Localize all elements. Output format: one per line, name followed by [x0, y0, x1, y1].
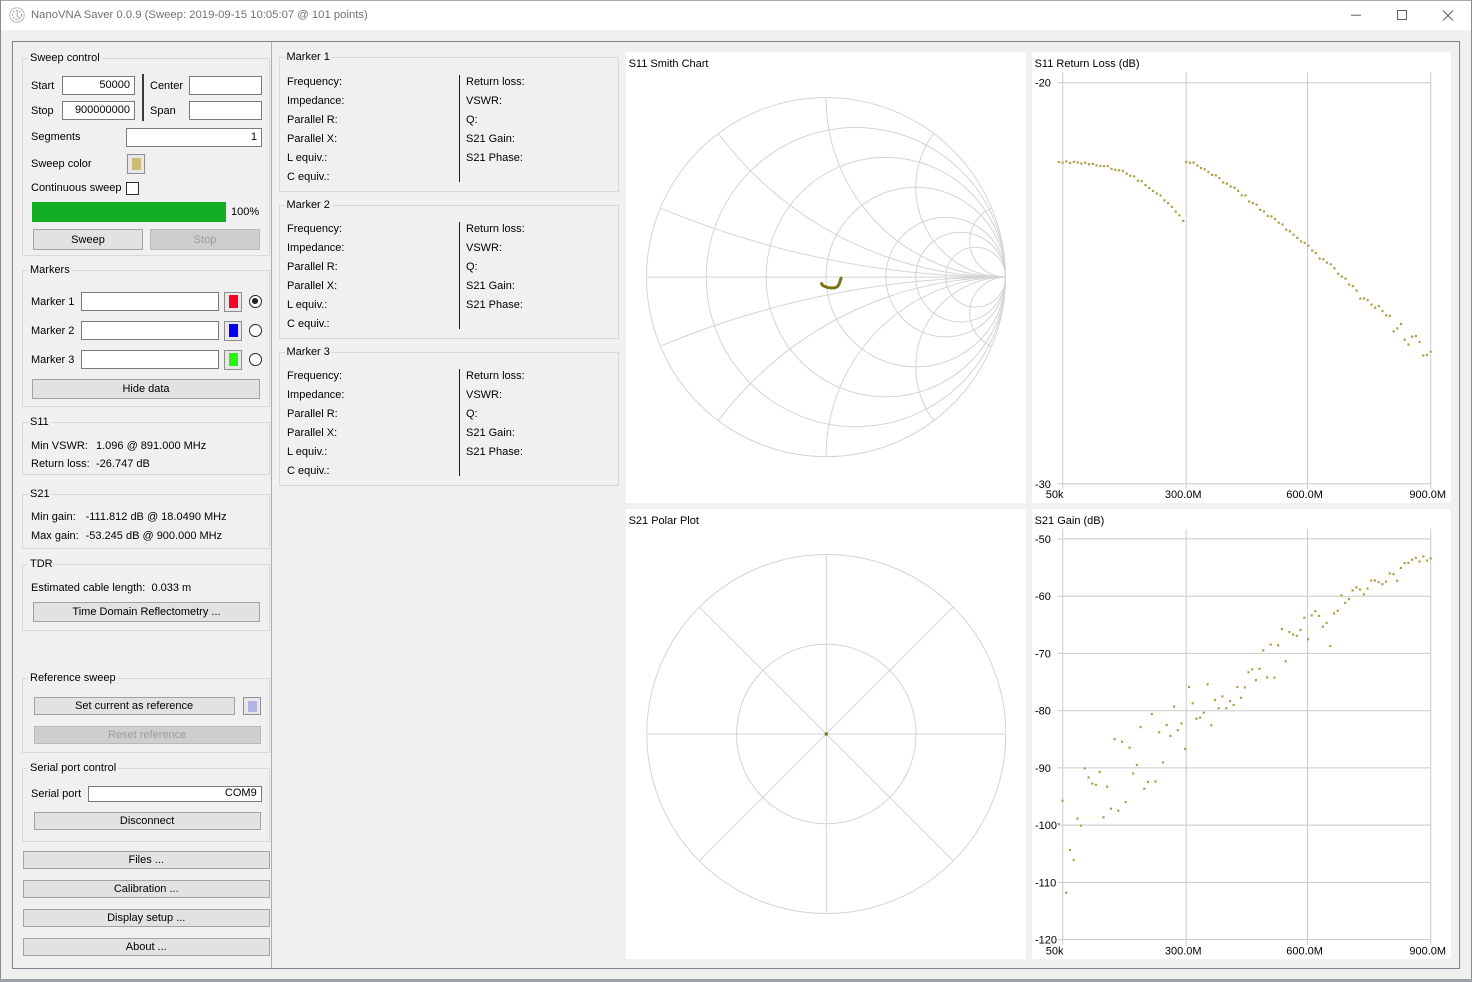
svg-text:50k: 50k [1046, 945, 1064, 957]
svg-text:-90: -90 [1035, 763, 1051, 775]
svg-text:S21 Polar Plot: S21 Polar Plot [629, 515, 699, 527]
svg-text:-60: -60 [1035, 591, 1051, 603]
svg-text:900.0M: 900.0M [1409, 489, 1446, 501]
svg-text:S11 Return Loss (dB): S11 Return Loss (dB) [1035, 58, 1140, 70]
svg-text:-20: -20 [1035, 78, 1051, 90]
svg-text:300.0M: 300.0M [1165, 945, 1202, 957]
svg-text:S11 Smith Chart: S11 Smith Chart [629, 58, 709, 70]
svg-text:S21 Gain (dB): S21 Gain (dB) [1035, 515, 1105, 527]
svg-text:-70: -70 [1035, 648, 1051, 660]
svg-text:-110: -110 [1035, 877, 1056, 889]
svg-text:300.0M: 300.0M [1165, 489, 1202, 501]
svg-text:-50: -50 [1035, 534, 1051, 546]
svg-text:600.0M: 600.0M [1286, 489, 1323, 501]
svg-text:900.0M: 900.0M [1409, 945, 1446, 957]
svg-text:600.0M: 600.0M [1286, 945, 1323, 957]
svg-text:-100: -100 [1035, 820, 1057, 832]
svg-text:-80: -80 [1035, 706, 1051, 718]
svg-text:50k: 50k [1046, 489, 1064, 501]
